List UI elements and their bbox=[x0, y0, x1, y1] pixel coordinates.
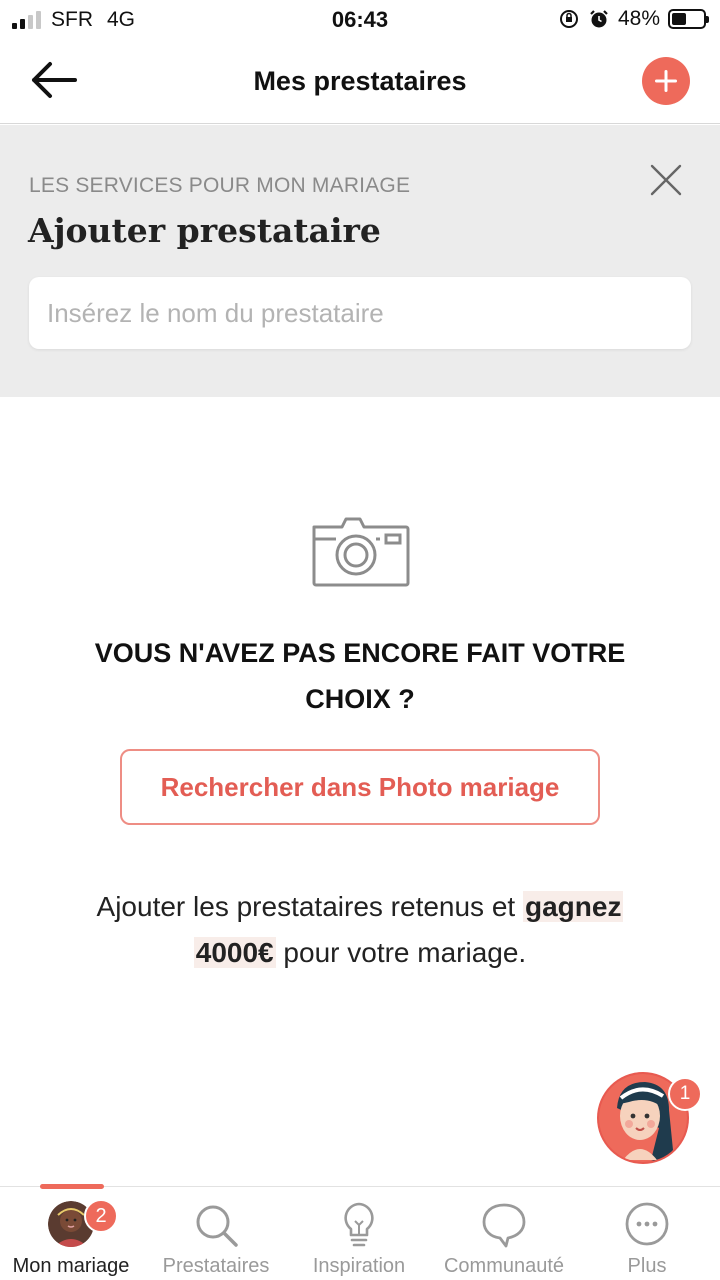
tab-plus[interactable]: Plus bbox=[580, 1187, 714, 1280]
search-photographer-button[interactable]: Rechercher dans Photo mariage bbox=[120, 749, 600, 825]
close-icon bbox=[650, 164, 682, 196]
empty-state-heading: VOUS N'AVEZ PAS ENCORE FAIT VOTRE CHOIX … bbox=[60, 630, 660, 722]
battery-percent: 48% bbox=[617, 7, 660, 30]
tab-bar: 2 Mon mariage Prestataires Inspiration C… bbox=[0, 1184, 720, 1280]
battery-fill bbox=[672, 13, 687, 25]
empty-heading-line-2: CHOIX ? bbox=[305, 684, 415, 714]
chat-bubble-icon bbox=[482, 1203, 526, 1248]
provider-search-input[interactable] bbox=[29, 277, 691, 349]
orientation-lock-icon bbox=[559, 10, 578, 28]
add-provider-section: LES SERVICES POUR MON MARIAGE Ajouter pr… bbox=[0, 125, 720, 397]
page-title: Mes prestataires bbox=[253, 66, 467, 96]
alarm-icon bbox=[590, 10, 608, 28]
tab-mon-mariage[interactable]: 2 Mon mariage bbox=[0, 1187, 142, 1280]
tab-label: Mon mariage bbox=[12, 1255, 130, 1277]
tab-label: Prestataires bbox=[162, 1255, 270, 1277]
battery-icon bbox=[668, 9, 709, 29]
promo-text: Ajouter les prestataires retenus et gagn… bbox=[40, 884, 680, 976]
tab-label: Inspiration bbox=[312, 1255, 406, 1277]
tab-label: Plus bbox=[627, 1255, 667, 1277]
tab-prestataires[interactable]: Prestataires bbox=[146, 1187, 286, 1280]
search-icon bbox=[196, 1205, 238, 1247]
status-bar: SFR 4G 06:43 48% bbox=[0, 0, 720, 40]
section-title: Ajouter prestataire bbox=[28, 211, 381, 250]
back-button[interactable] bbox=[28, 58, 80, 102]
status-bar-right: 48% bbox=[558, 7, 709, 31]
camera-icon bbox=[312, 517, 410, 587]
tab-label: Communauté bbox=[443, 1255, 565, 1277]
close-button[interactable] bbox=[646, 160, 686, 200]
tab-communaute[interactable]: Communauté bbox=[432, 1187, 576, 1280]
promo-after: pour votre mariage. bbox=[283, 937, 527, 968]
lightbulb-icon bbox=[344, 1202, 374, 1247]
add-provider-button[interactable] bbox=[642, 57, 690, 105]
nav-bar: Mes prestataires bbox=[0, 40, 720, 124]
promo-highlight-amount: 4000€ bbox=[193, 937, 276, 968]
more-icon bbox=[625, 1202, 669, 1246]
tab-notification-badge: 2 bbox=[84, 1199, 118, 1233]
empty-heading-line-1: VOUS N'AVEZ PAS ENCORE FAIT VOTRE bbox=[94, 638, 626, 668]
arrow-left-icon bbox=[32, 62, 77, 98]
section-overline: LES SERVICES POUR MON MARIAGE bbox=[29, 174, 411, 197]
promo-before: Ajouter les prestataires retenus et bbox=[96, 891, 516, 922]
assistant-notification-badge: 1 bbox=[668, 1077, 702, 1111]
tab-inspiration[interactable]: Inspiration bbox=[290, 1187, 428, 1280]
promo-highlight-gagnez: gagnez bbox=[522, 891, 624, 922]
